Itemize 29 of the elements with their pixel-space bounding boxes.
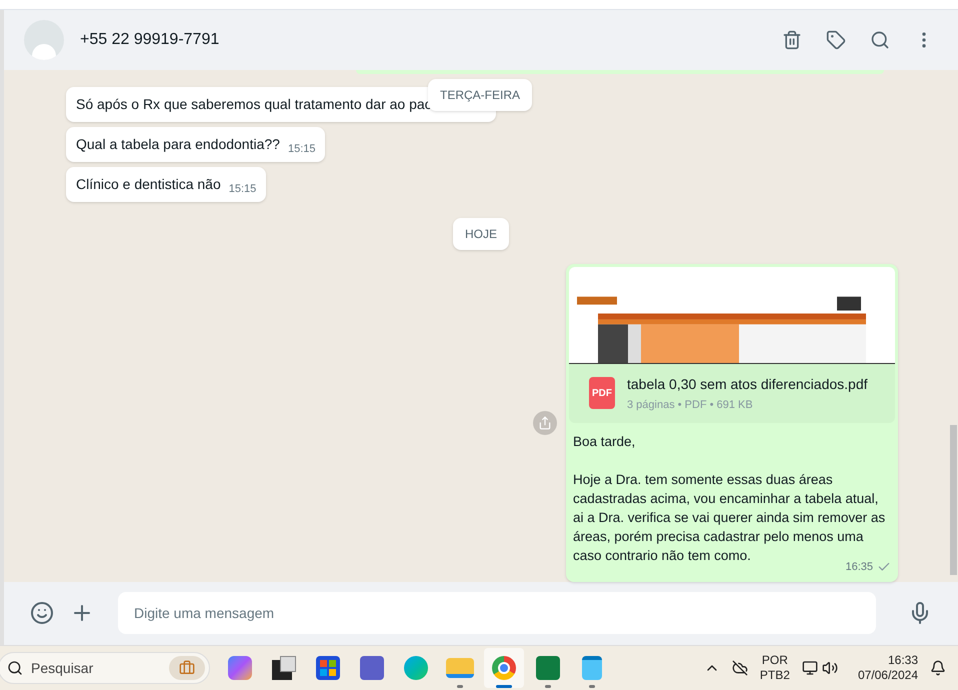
network-icon[interactable] <box>802 660 818 676</box>
emoji-icon[interactable] <box>30 601 54 626</box>
avatar-icon <box>24 20 64 60</box>
forward-icon <box>538 416 552 430</box>
language-indicator[interactable]: POR PTB2 <box>760 653 790 684</box>
message-time: 15:15 <box>288 142 316 158</box>
notification-icon[interactable] <box>930 660 946 676</box>
file-meta: 3 páginas • PDF • 691 KB <box>627 398 754 413</box>
message-text: Qual a tabela para endodontia?? <box>76 134 280 154</box>
attachment-card[interactable]: PDF tabela 0,30 sem atos diferenciados.pdf 3 páginas • PDF • 691 KB <box>569 266 895 424</box>
message-input[interactable]: Digite uma mensagem <box>118 592 876 634</box>
pdf-icon: PDF <box>589 377 615 410</box>
message-text: Clínico e dentistica não <box>76 174 221 194</box>
delete-icon[interactable] <box>782 30 802 50</box>
contact-name: +55 22 99919-7791 <box>80 30 220 50</box>
taskbar-search[interactable]: Pesquisar <box>0 652 210 684</box>
file-name: tabela 0,30 sem atos diferenciados.pdf <box>627 374 868 394</box>
search-icon[interactable] <box>870 30 890 50</box>
day-label: HOJE <box>452 218 509 250</box>
search-icon <box>7 660 23 676</box>
label-icon[interactable] <box>826 30 846 50</box>
clock[interactable]: 16:33 07/06/2024 <box>858 653 918 684</box>
day-label: TERÇA-FEIRA <box>428 78 532 111</box>
volume-icon[interactable] <box>822 660 838 676</box>
message-text: Boa tarde, <box>573 433 636 452</box>
message-time: 15:15 <box>228 182 256 198</box>
scrollbar[interactable] <box>950 424 957 575</box>
briefcase-icon <box>169 656 205 680</box>
cloud-off-icon[interactable] <box>732 660 748 676</box>
